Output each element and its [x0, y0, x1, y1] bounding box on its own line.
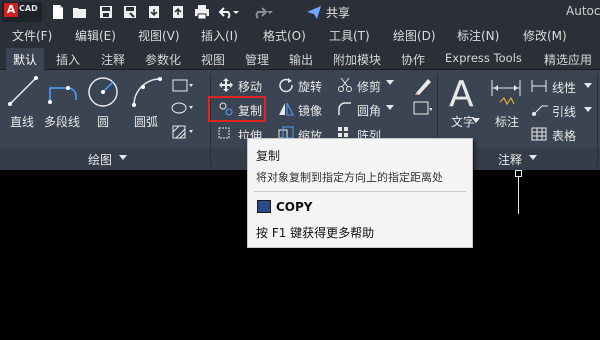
- table-button-label[interactable]: 表格: [552, 127, 576, 144]
- chevron-down-icon[interactable]: [472, 118, 480, 124]
- window-title: Autoc: [566, 4, 600, 18]
- circle-button-label[interactable]: 圆: [97, 113, 109, 130]
- copy-tooltip: 复制 将对象复制到指定方向上的指定距离处 COPY 按 F1 键获得更多帮助: [247, 138, 473, 248]
- chevron-down-icon[interactable]: [386, 105, 394, 111]
- leader-button-label[interactable]: 引线: [552, 103, 576, 120]
- menu-draw[interactable]: 绘图(D): [393, 27, 436, 44]
- dimension-icon[interactable]: [488, 78, 524, 112]
- line-icon[interactable]: [6, 74, 40, 108]
- menu-dimension[interactable]: 标注(N): [457, 27, 499, 44]
- mirror-button-label[interactable]: 镜像: [298, 102, 322, 119]
- app-logo-text: CAD: [19, 4, 38, 13]
- line-button-label[interactable]: 直线: [10, 113, 34, 130]
- command-icon: [257, 200, 271, 213]
- tab-view[interactable]: 视图: [201, 51, 225, 68]
- save-icon[interactable]: [98, 4, 114, 20]
- fillet-button-label[interactable]: 圆角: [357, 102, 381, 119]
- draw-panel-title[interactable]: 绘图: [88, 151, 112, 168]
- tooltip-title: 复制: [256, 149, 281, 163]
- svg-text:A: A: [449, 74, 474, 112]
- share-button[interactable]: 共享: [326, 4, 350, 21]
- tooltip-command: COPY: [276, 200, 313, 214]
- print-icon[interactable]: [194, 4, 210, 20]
- panel-separator: [597, 74, 598, 166]
- menu-modify[interactable]: 修改(M): [523, 27, 567, 44]
- tab-collaborate[interactable]: 协作: [401, 51, 425, 68]
- title-bar: [0, 0, 600, 24]
- tooltip-divider: [254, 191, 466, 192]
- tooltip-description: 将对象复制到指定方向上的指定距离处: [256, 171, 443, 184]
- tab-output[interactable]: 输出: [289, 51, 313, 68]
- dimension-button-label[interactable]: 标注: [495, 113, 519, 130]
- menu-insert[interactable]: 插入(I): [201, 27, 238, 44]
- tab-insert[interactable]: 插入: [56, 51, 80, 68]
- share-icon[interactable]: [306, 4, 322, 20]
- tooltip-help: 按 F1 键获得更多帮助: [256, 226, 375, 240]
- tab-express-tools[interactable]: Express Tools: [445, 51, 522, 65]
- menu-view[interactable]: 视图(V): [138, 27, 180, 44]
- trim-button-label[interactable]: 修剪: [357, 78, 381, 95]
- rotate-icon[interactable]: [278, 77, 294, 93]
- tab-manage[interactable]: 管理: [245, 51, 269, 68]
- linear-button-label[interactable]: 线性: [552, 79, 576, 96]
- arc-button-label[interactable]: 圆弧: [134, 113, 158, 130]
- copy-button-label[interactable]: 复制: [238, 102, 262, 119]
- new-icon[interactable]: [50, 4, 66, 20]
- polyline-button-label[interactable]: 多段线: [44, 113, 80, 130]
- cloud-open-icon[interactable]: [146, 4, 162, 20]
- tab-default[interactable]: 默认: [13, 51, 37, 68]
- trim-icon[interactable]: [337, 77, 353, 93]
- copy-icon[interactable]: [218, 101, 234, 117]
- polyline-icon[interactable]: [46, 78, 82, 108]
- chevron-down-icon[interactable]: [584, 107, 592, 113]
- crosshair-cursor: [518, 172, 519, 214]
- menu-tools[interactable]: 工具(T): [329, 27, 370, 44]
- chevron-down-icon[interactable]: [386, 80, 394, 86]
- hatch-icon[interactable]: [170, 124, 194, 140]
- erase-icon[interactable]: [412, 75, 432, 95]
- chevron-down-icon[interactable]: [584, 83, 592, 89]
- annotation-panel-title[interactable]: 注释: [498, 151, 522, 168]
- redo-icon[interactable]: [252, 4, 274, 20]
- tab-featured-apps[interactable]: 精选应用: [544, 51, 592, 68]
- autocad-window: A CAD 共享 Autoc 文件(F) 编辑(E) 视图(V) 插入(I) 格…: [0, 0, 600, 340]
- ellipse-icon[interactable]: [170, 100, 194, 116]
- menu-format[interactable]: 格式(O): [263, 27, 306, 44]
- undo-icon[interactable]: [218, 4, 240, 20]
- tab-addins[interactable]: 附加模块: [333, 51, 381, 68]
- chevron-down-icon[interactable]: [119, 155, 127, 161]
- arc-icon[interactable]: [128, 75, 164, 109]
- app-logo: A: [4, 3, 18, 17]
- stretch-icon[interactable]: [218, 126, 234, 140]
- tab-annotate[interactable]: 注释: [101, 51, 125, 68]
- crosshair-pickbox: [515, 170, 522, 177]
- save-as-icon[interactable]: [122, 4, 138, 20]
- circle-icon[interactable]: [86, 75, 120, 109]
- fillet-icon[interactable]: [337, 101, 353, 117]
- rotate-button-label[interactable]: 旋转: [298, 78, 322, 95]
- chevron-down-icon[interactable]: [529, 155, 537, 161]
- rectangle-icon[interactable]: [170, 78, 194, 94]
- mirror-icon[interactable]: [278, 101, 294, 117]
- linear-dim-icon[interactable]: [530, 78, 548, 94]
- open-icon[interactable]: [72, 4, 88, 20]
- menu-edit[interactable]: 编辑(E): [75, 27, 116, 44]
- tab-parametric[interactable]: 参数化: [145, 51, 181, 68]
- move-icon[interactable]: [218, 77, 234, 93]
- text-icon[interactable]: A: [447, 74, 481, 112]
- explode-icon[interactable]: [412, 100, 432, 118]
- move-button-label[interactable]: 移动: [238, 78, 262, 95]
- leader-icon[interactable]: [530, 102, 548, 118]
- table-icon[interactable]: [530, 126, 548, 142]
- cloud-save-icon[interactable]: [170, 4, 186, 20]
- menu-file[interactable]: 文件(F): [12, 27, 52, 44]
